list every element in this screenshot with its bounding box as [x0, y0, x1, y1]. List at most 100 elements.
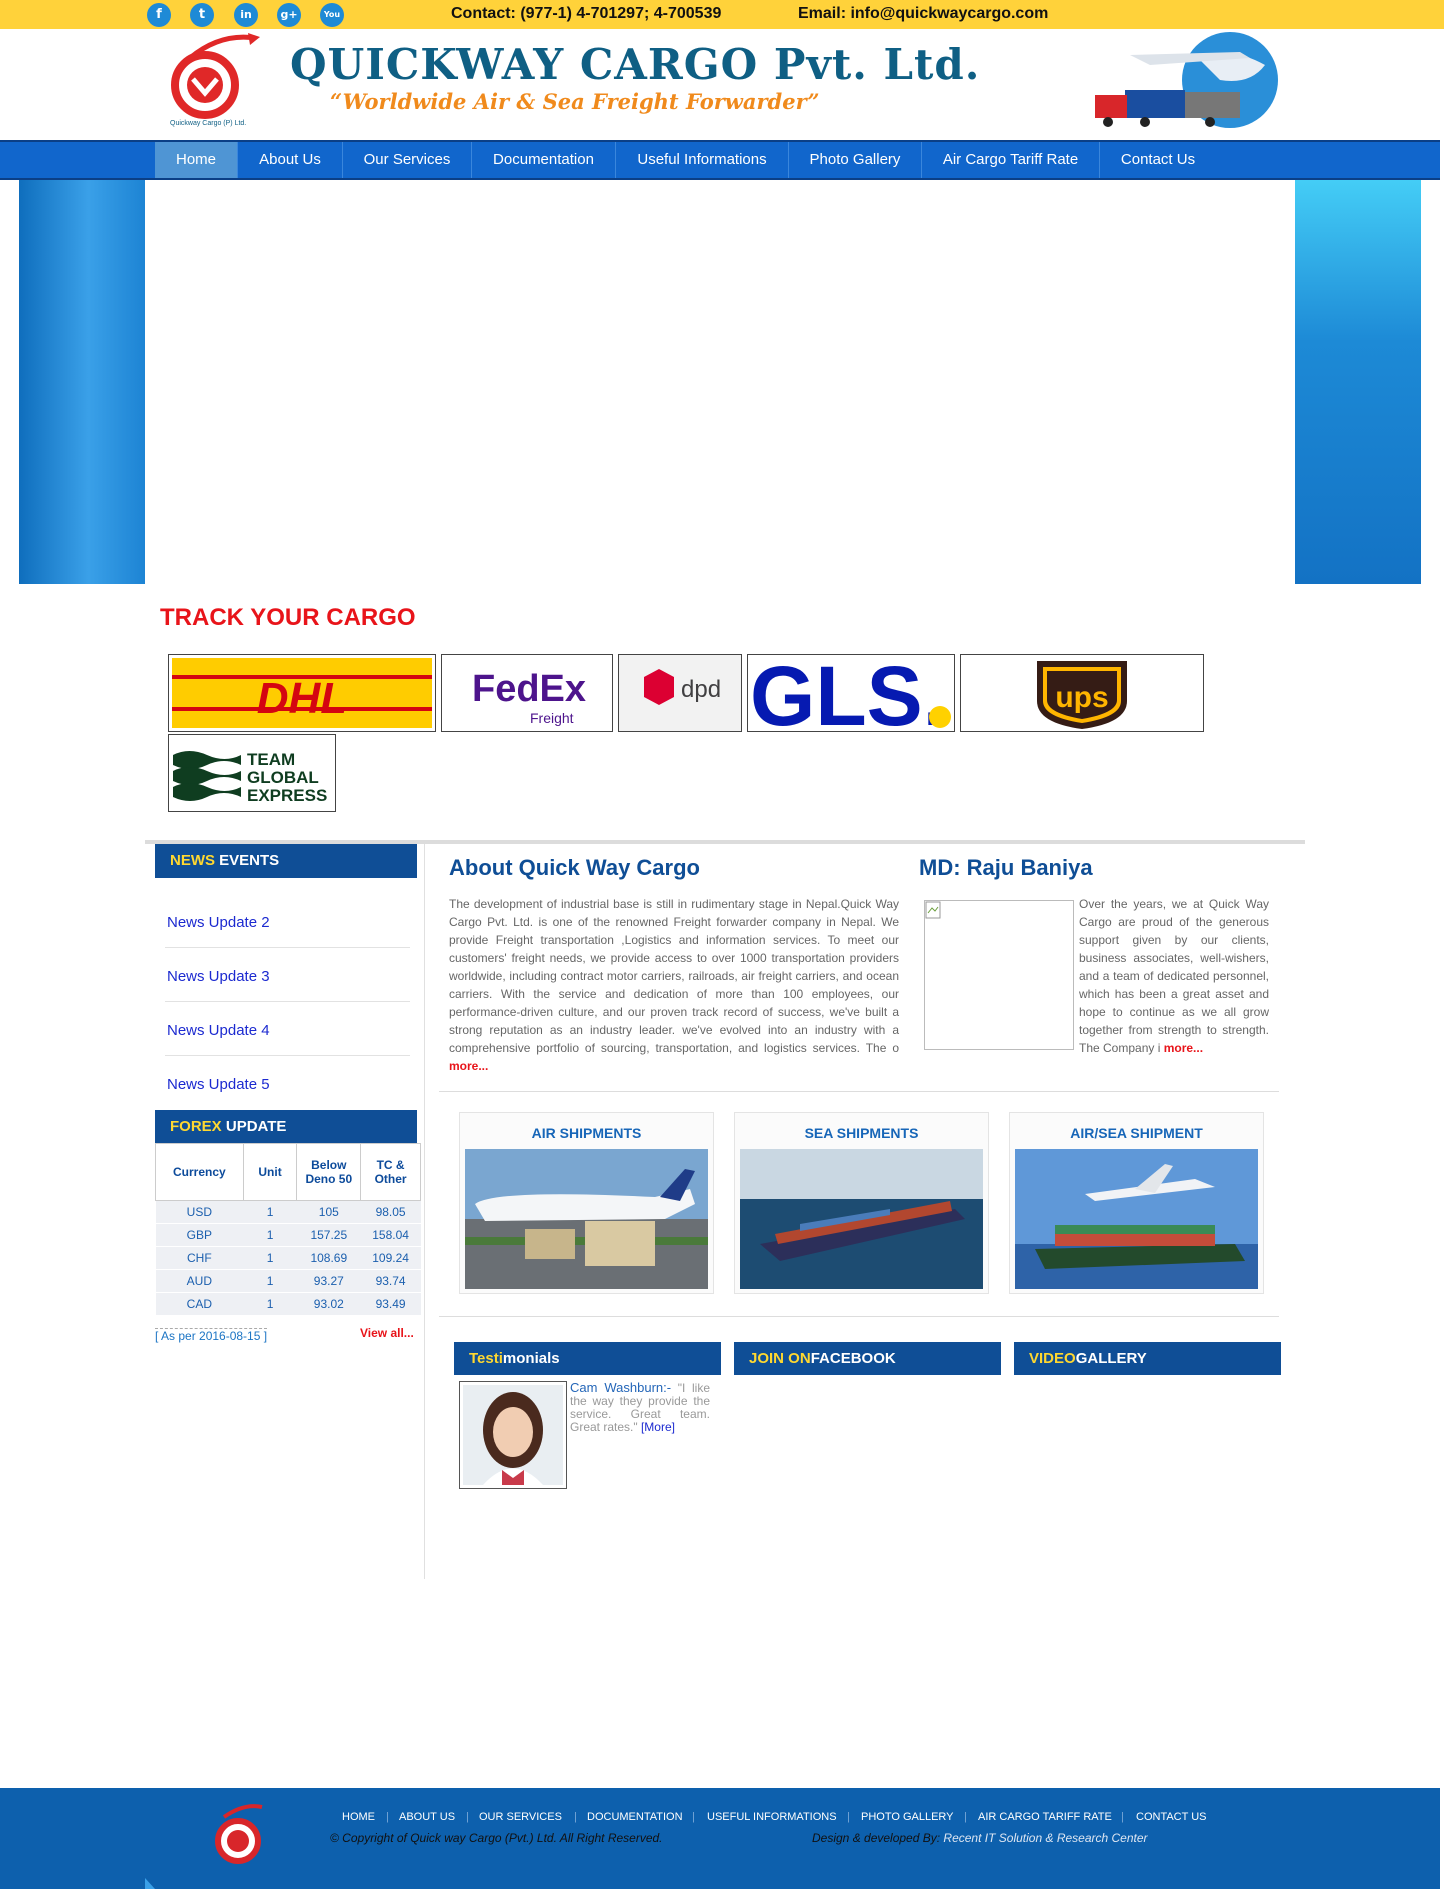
facebook-header: JOIN ONFACEBOOK — [734, 1342, 1001, 1375]
testimonial-more-link[interactable]: [More] — [641, 1420, 675, 1434]
testimonial-name: Cam Washburn:- — [570, 1380, 672, 1395]
about-more-link[interactable]: more... — [449, 1059, 488, 1073]
forex-cell: 1 — [243, 1246, 297, 1270]
dhl-logo[interactable]: DHL — [168, 654, 436, 732]
forex-update-header: FOREX UPDATE — [155, 1110, 417, 1143]
forex-view-all-link[interactable]: View all... — [360, 1326, 414, 1340]
gls-text: GLS. — [750, 655, 946, 731]
nav-useful-informations[interactable]: Useful Informations — [616, 142, 789, 178]
youtube-icon[interactable]: You — [320, 3, 344, 27]
news-item[interactable]: News Update 4 — [167, 1022, 270, 1039]
video-head-highlight: VIDEO — [1029, 1350, 1076, 1367]
nav-our-services[interactable]: Our Services — [343, 142, 472, 178]
section-divider — [439, 1091, 1279, 1092]
forex-cell: 105 — [296, 1200, 361, 1224]
footer-link-photo-gallery[interactable]: PHOTO GALLERY — [861, 1811, 954, 1823]
air-shipments-card[interactable]: AIR SHIPMENTS — [459, 1112, 714, 1294]
md-text: Over the years, we at Quick Way Cargo ar… — [1079, 895, 1269, 1057]
about-text: The development of industrial base is st… — [449, 895, 899, 1075]
sea-shipment-image — [740, 1149, 983, 1289]
nav-home[interactable]: Home — [155, 142, 238, 178]
design-label: Design & developed By: — [812, 1831, 944, 1845]
forex-cell: CHF — [155, 1246, 244, 1270]
md-more-link[interactable]: more... — [1164, 1041, 1203, 1055]
footer-separator: | — [466, 1811, 469, 1823]
footer-link-our-services[interactable]: OUR SERVICES — [479, 1811, 562, 1823]
forex-head-rest: UPDATE — [221, 1118, 287, 1135]
testimonials-head-rest: monials — [502, 1350, 560, 1367]
twitter-icon[interactable]: t — [190, 3, 214, 27]
news-separator — [165, 1055, 410, 1056]
air-shipment-image — [465, 1149, 708, 1289]
forex-head-highlight: FOREX — [170, 1118, 222, 1135]
shipment-title: SEA SHIPMENTS — [804, 1125, 919, 1141]
air-sea-shipment-image — [1015, 1149, 1258, 1289]
footer-separator: | — [386, 1811, 389, 1823]
fedex-logo[interactable]: FedEx Freight — [441, 654, 613, 732]
forex-cell: 93.49 — [360, 1292, 421, 1316]
contact-phone: Contact: (977-1) 4-701297; 4-700539 — [451, 5, 722, 22]
banner-right-panel — [1295, 180, 1421, 584]
ups-logo[interactable]: ups — [960, 654, 1204, 732]
team-global-express-logo[interactable]: TEAM GLOBAL EXPRESS — [168, 734, 336, 812]
shipment-title: AIR/SEA SHIPMENT — [1070, 1125, 1203, 1141]
forex-date: [ As per 2016-08-15 ] — [155, 1328, 268, 1343]
forex-cell: 1 — [243, 1223, 297, 1247]
header-transport-image — [1095, 32, 1278, 128]
footer-separator: | — [847, 1811, 850, 1823]
footer-link-home[interactable]: HOME — [342, 1811, 375, 1823]
nav-documentation[interactable]: Documentation — [472, 142, 616, 178]
news-events-header: NEWS EVENTS — [155, 844, 417, 878]
designer-link[interactable]: Recent IT Solution & Research Center — [943, 1831, 1147, 1845]
footer-separator: | — [574, 1811, 577, 1823]
forex-cell: 93.74 — [360, 1269, 421, 1293]
corner-decoration — [145, 1878, 155, 1889]
company-logo[interactable]: Quickway Cargo (P) Ltd. — [160, 33, 260, 128]
nav-about-us[interactable]: About Us — [238, 142, 343, 178]
top-bar: f t in g+ You Contact: (977-1) 4-701297;… — [0, 0, 1444, 29]
news-item[interactable]: News Update 2 — [167, 914, 270, 931]
news-item[interactable]: News Update 5 — [167, 1076, 270, 1093]
about-title: About Quick Way Cargo — [449, 855, 700, 880]
contact-email[interactable]: Email: info@quickwaycargo.com — [798, 5, 1048, 23]
footer-separator: | — [1121, 1811, 1124, 1823]
news-head-rest: EVENTS — [215, 852, 280, 869]
forex-cell: 93.27 — [296, 1269, 361, 1293]
broken-image-icon — [925, 901, 941, 919]
video-head-rest: GALLERY — [1075, 1350, 1147, 1367]
company-tagline: “Worldwide Air & Sea Freight Forwarder” — [330, 89, 820, 114]
news-item[interactable]: News Update 3 — [167, 968, 270, 985]
forex-col-header: Below Deno 50 — [296, 1143, 362, 1201]
column-divider — [424, 844, 425, 1579]
forex-cell: CAD — [155, 1292, 244, 1316]
dpd-logo[interactable]: dpd — [618, 654, 742, 732]
facebook-head-rest: FACEBOOK — [810, 1350, 896, 1367]
footer-link-about-us[interactable]: ABOUT US — [399, 1811, 455, 1823]
forex-col-header: Currency — [155, 1143, 244, 1201]
nav-contact-us[interactable]: Contact Us — [1100, 142, 1216, 178]
googleplus-icon[interactable]: g+ — [277, 3, 301, 27]
air-sea-shipment-card[interactable]: AIR/SEA SHIPMENT — [1009, 1112, 1264, 1294]
global-text: GLOBAL — [247, 768, 319, 787]
nav-photo-gallery[interactable]: Photo Gallery — [789, 142, 922, 178]
section-divider — [439, 1316, 1279, 1317]
gls-logo[interactable]: GLS. — [747, 654, 955, 732]
forex-cell: 108.69 — [296, 1246, 361, 1270]
forex-cell: 93.02 — [296, 1292, 361, 1316]
footer-link-contact-us[interactable]: CONTACT US — [1136, 1811, 1207, 1823]
dhl-text: DHL — [257, 674, 347, 723]
facebook-icon[interactable]: f — [147, 3, 171, 27]
footer-logo[interactable] — [210, 1803, 266, 1869]
linkedin-icon[interactable]: in — [234, 3, 258, 27]
testimonials-head-highlight: Testi — [469, 1350, 503, 1367]
nav-air-cargo-tariff-rate[interactable]: Air Cargo Tariff Rate — [922, 142, 1100, 178]
footer-link-documentation[interactable]: DOCUMENTATION — [587, 1811, 683, 1823]
sea-shipments-card[interactable]: SEA SHIPMENTS — [734, 1112, 989, 1294]
footer-link-air-cargo-tariff-rate[interactable]: AIR CARGO TARIFF RATE — [978, 1811, 1112, 1823]
forex-table: Currency Unit Below Deno 50 TC & Other U… — [155, 1143, 421, 1316]
table-row: CHF 1 108.69 109.24 — [155, 1246, 421, 1270]
forex-cell: 1 — [243, 1269, 297, 1293]
forex-cell: 98.05 — [360, 1200, 421, 1224]
company-name: QUICKWAY CARGO Pvt. Ltd. — [290, 40, 981, 89]
footer-link-useful-informations[interactable]: USEFUL INFORMATIONS — [707, 1811, 837, 1823]
